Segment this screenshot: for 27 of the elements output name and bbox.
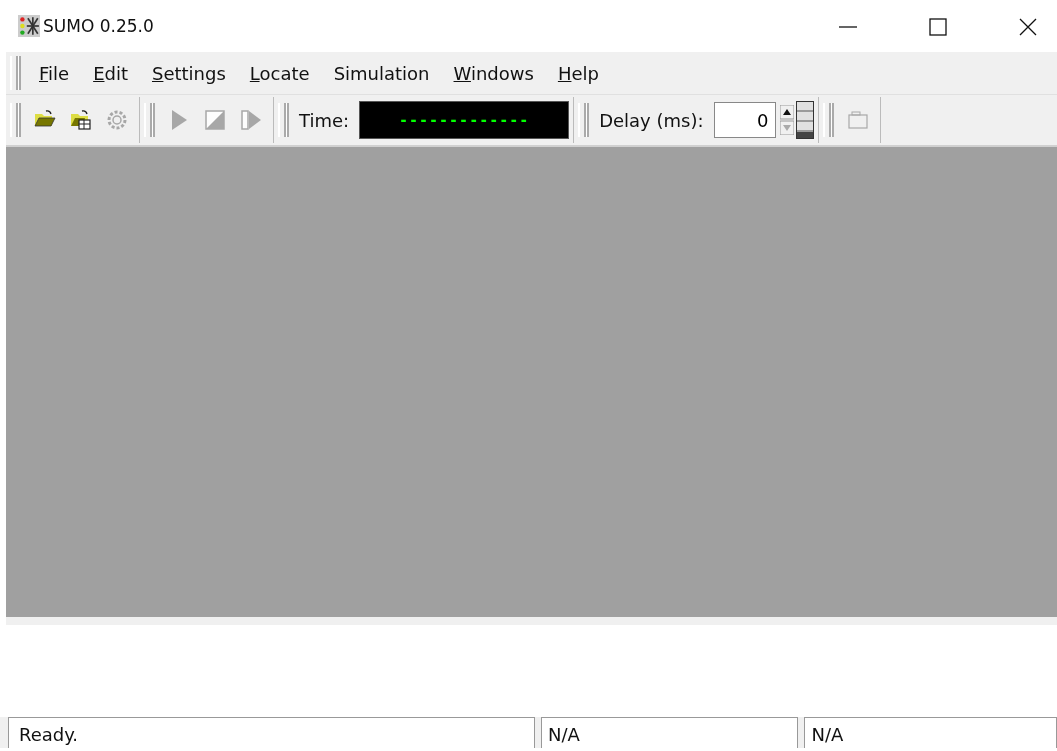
delay-field[interactable]: 0 — [713, 102, 776, 138]
folder-icon[interactable] — [69, 108, 93, 132]
status-field: N/A — [804, 717, 1057, 748]
time-display: ------------- — [359, 101, 570, 139]
delay-label: Delay (ms): — [599, 109, 704, 131]
toolbar-grip[interactable] — [822, 103, 834, 137]
spinner-icon[interactable] — [779, 105, 794, 135]
toolbar-grip[interactable] — [10, 103, 21, 137]
menu-item[interactable]: Windows — [441, 62, 546, 84]
status-field: N/A — [541, 717, 799, 748]
menu-item[interactable]: Edit — [81, 62, 140, 84]
menu-item[interactable]: Settings — [140, 62, 238, 84]
toolbar-grip[interactable] — [578, 103, 590, 137]
slider-icon[interactable] — [795, 101, 814, 139]
toolbar-grip[interactable] — [10, 56, 21, 90]
menu-item[interactable]: Simulation — [321, 62, 442, 84]
toolbar-grip[interactable] — [144, 103, 155, 137]
close-icon[interactable] — [1019, 18, 1037, 36]
menu-item[interactable]: Locate — [237, 62, 322, 84]
toolbar-grip[interactable] — [278, 103, 289, 137]
menu-item[interactable]: File — [27, 62, 82, 84]
time-label: Time: — [299, 109, 350, 131]
menu-item[interactable]: Help — [545, 62, 611, 84]
window-title: SUMO 0.25.0 — [43, 16, 154, 36]
app-icon — [18, 15, 40, 37]
maximize-icon[interactable] — [929, 18, 947, 36]
status-field: Ready. — [8, 717, 535, 748]
